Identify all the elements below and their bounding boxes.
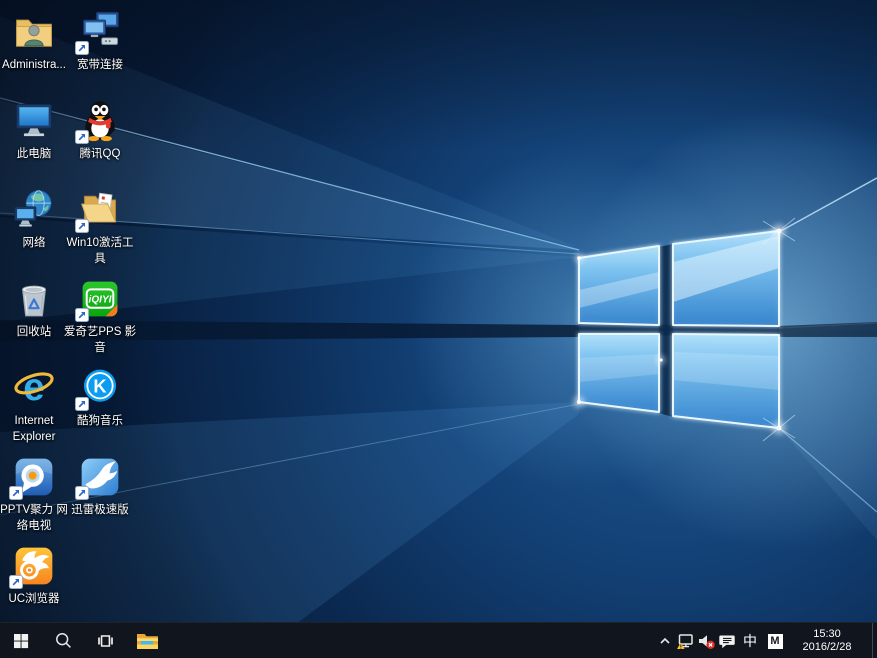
network-warning-icon bbox=[676, 633, 695, 650]
show-desktop-button[interactable] bbox=[872, 623, 877, 658]
desktop-icon-pptv[interactable]: PPTV聚力 网络电视 bbox=[1, 453, 67, 534]
taskbar: 中 M 15:30 2016/2/28 bbox=[0, 622, 877, 658]
action-center-icon bbox=[718, 633, 737, 650]
desktop-icon-broadband-connection[interactable]: 宽带连接 bbox=[67, 8, 133, 73]
desktop-icon-label: 宽带连接 bbox=[63, 57, 137, 73]
shortcut-arrow-icon bbox=[75, 41, 89, 55]
desktop-icon-recycle-bin[interactable]: 回收站 bbox=[1, 275, 67, 340]
action-center-button[interactable] bbox=[717, 623, 738, 658]
file-explorer-button[interactable] bbox=[126, 623, 168, 658]
shortcut-arrow-icon bbox=[75, 486, 89, 500]
task-view-button[interactable] bbox=[84, 623, 126, 658]
shortcut-arrow-icon bbox=[9, 486, 23, 500]
start-button[interactable] bbox=[0, 623, 42, 658]
desktop-icon-network[interactable]: 网络 bbox=[1, 186, 67, 251]
desktop-icon-art bbox=[10, 275, 58, 321]
shortcut-arrow-icon bbox=[75, 219, 89, 233]
desktop-icon-art: K bbox=[76, 364, 124, 410]
desktop-icon-win10-activation-tool[interactable]: Win10激活工具 bbox=[67, 186, 133, 267]
desktop-icon-art: iQIYI bbox=[76, 275, 124, 321]
tray-volume-muted[interactable] bbox=[696, 623, 717, 658]
network-icon bbox=[12, 188, 56, 232]
ime-mode-indicator[interactable]: 中 bbox=[738, 623, 762, 658]
desktop-icon-label: PPTV聚力 网络电视 bbox=[0, 502, 71, 534]
clock-time: 15:30 bbox=[788, 628, 866, 642]
volume-mute-icon bbox=[697, 633, 716, 650]
windows-desktop-screen: Administra... 宽带连接 此电脑 腾讯QQ 网络 Win10激活工具 bbox=[0, 0, 877, 658]
task-view-icon bbox=[97, 633, 114, 649]
desktop-icon-iqiyi-pps[interactable]: iQIYI 爱奇艺PPS 影音 bbox=[67, 275, 133, 356]
desktop-icon-this-pc[interactable]: 此电脑 bbox=[1, 97, 67, 162]
desktop-icon-label: 腾讯QQ bbox=[63, 146, 137, 162]
this-pc-icon bbox=[12, 99, 56, 143]
desktop-icon-tencent-qq[interactable]: 腾讯QQ bbox=[67, 97, 133, 162]
desktop-icon-art bbox=[76, 97, 124, 143]
svg-text:K: K bbox=[93, 376, 107, 397]
desktop-icon-uc-browser[interactable]: UC浏览器 bbox=[1, 542, 67, 607]
ime-letter-badge: M bbox=[768, 634, 783, 649]
desktop-icon-art bbox=[76, 8, 124, 54]
ime-language-indicator[interactable]: M bbox=[762, 623, 788, 658]
desktop-icon-art bbox=[76, 453, 124, 499]
desktop-icon-label: 此电脑 bbox=[0, 146, 71, 162]
desktop-icon-label: Internet Explorer bbox=[0, 413, 71, 445]
desktop-icon-art: e bbox=[10, 364, 58, 410]
desktop-icon-administrator[interactable]: Administra... bbox=[1, 8, 67, 73]
desktop-icon-internet-explorer[interactable]: e Internet Explorer bbox=[1, 364, 67, 445]
recycle-bin-icon bbox=[12, 277, 56, 321]
desktop-icon-label: 回收站 bbox=[0, 324, 71, 340]
desktop-icon-art bbox=[10, 97, 58, 143]
system-tray: 中 M 15:30 2016/2/28 bbox=[654, 623, 877, 658]
desktop-icon-art bbox=[10, 8, 58, 54]
internet-explorer-icon: e bbox=[12, 366, 56, 410]
desktop-icon-art bbox=[10, 542, 58, 588]
tray-network-status[interactable] bbox=[675, 623, 696, 658]
windows-logo-icon bbox=[13, 633, 29, 649]
tray-chevron-up-button[interactable] bbox=[654, 623, 675, 658]
desktop-icon-label: Administra... bbox=[0, 57, 71, 73]
desktop-icon-label: 酷狗音乐 bbox=[63, 413, 137, 429]
shortcut-arrow-icon bbox=[75, 397, 89, 411]
search-icon bbox=[55, 632, 72, 649]
file-explorer-icon bbox=[136, 631, 159, 650]
desktop-icon-label: Win10激活工具 bbox=[63, 235, 137, 267]
chevron-up-icon bbox=[657, 633, 673, 649]
desktop-icon-kugou-music[interactable]: K 酷狗音乐 bbox=[67, 364, 133, 429]
desktop-icon-label: 网络 bbox=[0, 235, 71, 251]
user-folder-icon bbox=[12, 10, 56, 54]
desktop-icon-art bbox=[10, 186, 58, 232]
shortcut-arrow-icon bbox=[9, 575, 23, 589]
clock-date: 2016/2/28 bbox=[788, 641, 866, 655]
shortcut-arrow-icon bbox=[75, 308, 89, 322]
desktop[interactable]: Administra... 宽带连接 此电脑 腾讯QQ 网络 Win10激活工具 bbox=[0, 0, 877, 622]
desktop-icon-art bbox=[76, 186, 124, 232]
desktop-icon-label: 迅雷极速版 bbox=[63, 502, 137, 518]
desktop-icon-label: UC浏览器 bbox=[0, 591, 71, 607]
taskbar-clock[interactable]: 15:30 2016/2/28 bbox=[788, 628, 872, 655]
desktop-icon-xunlei[interactable]: 迅雷极速版 bbox=[67, 453, 133, 518]
desktop-icon-art bbox=[10, 453, 58, 499]
shortcut-arrow-icon bbox=[75, 130, 89, 144]
svg-text:iQIYI: iQIYI bbox=[89, 295, 112, 306]
search-button[interactable] bbox=[42, 623, 84, 658]
desktop-icon-label: 爱奇艺PPS 影音 bbox=[63, 324, 137, 356]
